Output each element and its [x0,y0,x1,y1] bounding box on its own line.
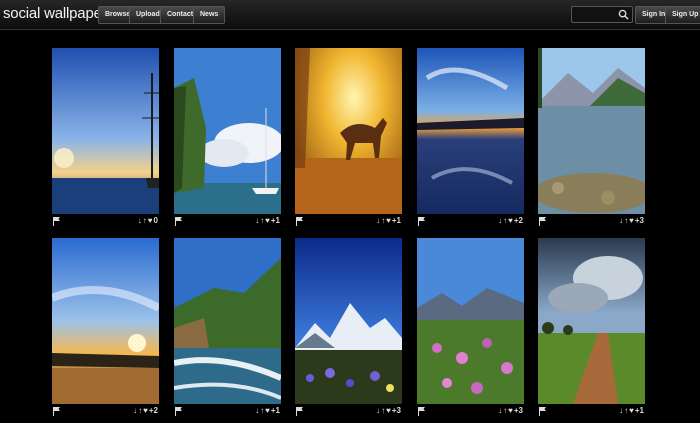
vote-up-icon[interactable]: ↑ [260,406,264,415]
favorite-heart-icon[interactable]: ♥ [386,406,391,415]
vote-down-icon[interactable]: ↓ [255,406,259,415]
wallpaper-meta: ↓↑♥+3 [538,215,645,229]
favorite-heart-icon[interactable]: ♥ [629,406,634,415]
vote-up-icon[interactable]: ↑ [143,216,147,225]
vote-down-icon[interactable]: ↓ [619,406,623,415]
wallpaper-thumbnail-lake-reflection[interactable] [417,48,524,214]
vote-count: +2 [148,406,158,415]
favorite-heart-icon[interactable]: ♥ [265,406,270,415]
favorite-heart-icon[interactable]: ♥ [265,216,270,225]
wallpaper-thumbnail-coast-cliffs[interactable] [174,238,281,404]
vote-count: +1 [634,406,644,415]
wallpaper-meta: ↓↑♥+1 [538,405,645,419]
wallpaper-meta: ↓↑♥+1 [295,215,402,229]
favorite-heart-icon[interactable]: ♥ [629,216,634,225]
wallpaper-meta: ↓↑♥+2 [52,405,159,419]
vote-up-icon[interactable]: ↑ [138,406,142,415]
nav-news-button[interactable]: News [193,6,226,24]
vote-down-icon[interactable]: ↓ [255,216,259,225]
wallpaper-tile: ↓↑♥+1 [174,48,281,229]
flag-icon[interactable] [175,217,182,226]
wallpaper-tile: ↓↑♥+2 [417,48,524,229]
flag-icon[interactable] [418,407,425,416]
flag-icon[interactable] [539,217,546,226]
wallpaper-tile: ↓↑♥+1 [174,238,281,419]
vote-count: +3 [634,216,644,225]
wallpaper-tile: ↓↑♥+1 [295,48,402,229]
favorite-heart-icon[interactable]: ♥ [508,216,513,225]
flag-icon[interactable] [53,217,60,226]
wallpaper-meta: ↓↑♥+3 [417,405,524,419]
wallpaper-thumbnail-meadow-flowers[interactable] [417,238,524,404]
vote-down-icon[interactable]: ↓ [376,406,380,415]
wallpaper-thumbnail-country-road[interactable] [538,238,645,404]
wallpaper-thumbnail-sunset-clouds[interactable] [52,238,159,404]
favorite-heart-icon[interactable]: ♥ [386,216,391,225]
wallpaper-tile: ↓↑♥+3 [538,48,645,229]
search-input[interactable] [574,8,620,22]
flag-icon[interactable] [53,407,60,416]
vote-down-icon[interactable]: ↓ [138,216,142,225]
vote-down-icon[interactable]: ↓ [619,216,623,225]
vote-up-icon[interactable]: ↑ [260,216,264,225]
wallpaper-tile: ↓↑♥+3 [417,238,524,419]
wallpaper-tile: ↓↑♥+3 [295,238,402,419]
favorite-heart-icon[interactable]: ♥ [143,406,148,415]
wallpaper-tile: ↓↑♥+1 [538,238,645,419]
vote-count: +1 [391,216,401,225]
wallpaper-thumbnail-cliff-boat[interactable] [174,48,281,214]
vote-up-icon[interactable]: ↑ [381,216,385,225]
vote-count: +1 [270,216,280,225]
wallpaper-tile: ↓↑♥0 [52,48,159,229]
vote-down-icon[interactable]: ↓ [133,406,137,415]
wallpaper-thumbnail-horse-autumn[interactable] [295,48,402,214]
favorite-heart-icon[interactable]: ♥ [508,406,513,415]
vote-up-icon[interactable]: ↑ [503,406,507,415]
top-bar: social wallpapering Browse Upload Contac… [0,0,700,30]
flag-icon[interactable] [539,407,546,416]
wallpaper-tile: ↓↑♥+2 [52,238,159,419]
wallpaper-meta: ↓↑♥0 [52,215,159,229]
search-box [571,6,633,23]
flag-icon[interactable] [418,217,425,226]
wallpaper-meta: ↓↑♥+1 [174,215,281,229]
favorite-heart-icon[interactable]: ♥ [148,216,153,225]
vote-up-icon[interactable]: ↑ [503,216,507,225]
flag-icon[interactable] [296,217,303,226]
vote-down-icon[interactable]: ↓ [498,406,502,415]
vote-count: 0 [153,216,158,225]
vote-count: +1 [270,406,280,415]
flag-icon[interactable] [296,407,303,416]
wallpaper-meta: ↓↑♥+2 [417,215,524,229]
vote-up-icon[interactable]: ↑ [624,406,628,415]
wallpaper-meta: ↓↑♥+3 [295,405,402,419]
vote-down-icon[interactable]: ↓ [376,216,380,225]
wallpaper-thumbnail-ship-sunset[interactable] [52,48,159,214]
vote-count: +3 [513,406,523,415]
flag-icon[interactable] [175,407,182,416]
wallpaper-thumbnail-alpine-flowers[interactable] [295,238,402,404]
vote-count: +2 [513,216,523,225]
vote-count: +3 [391,406,401,415]
sign-up-button[interactable]: Sign Up [665,6,700,24]
vote-down-icon[interactable]: ↓ [498,216,502,225]
wallpaper-thumbnail-mountain-lake[interactable] [538,48,645,214]
vote-up-icon[interactable]: ↑ [381,406,385,415]
search-icon[interactable] [618,9,629,20]
vote-up-icon[interactable]: ↑ [624,216,628,225]
wallpaper-meta: ↓↑♥+1 [174,405,281,419]
